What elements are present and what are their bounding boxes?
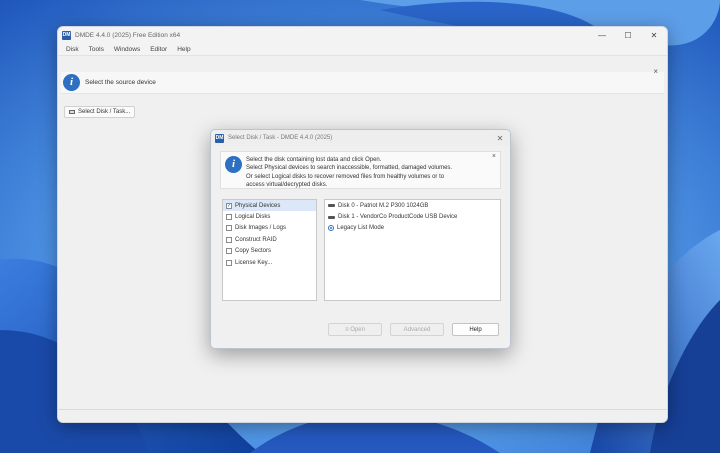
info-line: Select the disk containing lost data and… — [246, 157, 382, 163]
menu-bar: Disk Tools Windows Editor Help — [58, 44, 667, 56]
dialog-title: Select Disk / Task - DMDE 4.4.0 (2025) — [228, 135, 333, 141]
device-list: Disk 0 - Patriot M.2 P300 1024GB Disk 1 … — [324, 199, 501, 301]
help-button[interactable]: Help — [452, 323, 499, 336]
list-item-label: Physical Devices — [235, 202, 281, 209]
info-icon: i — [63, 74, 80, 91]
banner-close-icon[interactable]: × — [653, 67, 658, 76]
info-line: access virtual/decrypted disks. — [246, 182, 328, 189]
task-type-list: ✓ Physical Devices Logical Disks Disk Im… — [222, 199, 317, 301]
info-banner: i Select the source device × — [61, 67, 664, 94]
device-item-disk-0[interactable]: Disk 0 - Patriot M.2 P300 1024GB — [325, 200, 500, 211]
menu-editor[interactable]: Editor — [145, 46, 172, 53]
dialog-info-box: i Select the disk containing lost data a… — [220, 151, 501, 189]
advanced-button[interactable]: Advanced — [390, 323, 444, 336]
open-button[interactable]: ≡ Open — [328, 323, 382, 336]
info-icon: i — [225, 156, 242, 173]
select-disk-task-button[interactable]: Select Disk / Task... — [64, 106, 136, 118]
menu-tools[interactable]: Tools — [84, 46, 109, 53]
checkbox-icon[interactable] — [226, 236, 232, 243]
list-item-label: License Key... — [235, 259, 273, 266]
device-item-legacy-list-mode[interactable]: Legacy List Mode — [325, 223, 500, 234]
app-logo-icon: DM — [62, 31, 71, 40]
app-titlebar[interactable]: DM DMDE 4.4.0 (2025) Free Edition x64 — … — [58, 27, 667, 44]
minimize-button[interactable]: — — [589, 27, 615, 44]
menu-disk[interactable]: Disk — [61, 46, 84, 53]
list-item-label: Disk Images / Logs — [235, 225, 287, 232]
device-label: Disk 0 - Patriot M.2 P300 1024GB — [338, 202, 429, 209]
disk-icon — [328, 215, 335, 219]
select-disk-task-label: Select Disk / Task... — [78, 109, 131, 115]
list-item-label: Construct RAID — [235, 236, 277, 243]
checkbox-icon[interactable] — [226, 214, 232, 221]
list-item-construct-raid[interactable]: Construct RAID — [223, 234, 316, 245]
dialog-info-text: Select the disk containing lost data and… — [246, 156, 452, 190]
list-item-label: Copy Sectors — [235, 248, 272, 255]
dialog-titlebar[interactable]: DM Select Disk / Task - DMDE 4.4.0 (2025… — [211, 130, 510, 146]
list-item-disk-images[interactable]: Disk Images / Logs — [223, 223, 316, 234]
close-button[interactable]: ✕ — [641, 27, 667, 44]
maximize-button[interactable]: ☐ — [615, 27, 641, 44]
banner-text: Select the source device — [85, 79, 156, 86]
drive-icon — [69, 110, 75, 114]
device-label: Legacy List Mode — [337, 225, 385, 232]
dialog-close-button[interactable]: ✕ — [490, 134, 510, 143]
device-label: Disk 1 - VendorCo ProductCode USB Device — [338, 214, 458, 221]
list-item-logical-disks[interactable]: Logical Disks — [223, 211, 316, 222]
info-close-icon[interactable]: × — [492, 153, 496, 160]
radio-icon[interactable] — [328, 225, 334, 232]
list-item-copy-sectors[interactable]: Copy Sectors — [223, 246, 316, 257]
menu-windows[interactable]: Windows — [109, 46, 145, 53]
checkbox-icon[interactable] — [226, 259, 232, 266]
checkbox-icon[interactable] — [226, 248, 232, 255]
device-item-disk-1[interactable]: Disk 1 - VendorCo ProductCode USB Device — [325, 211, 500, 222]
dialog-logo-icon: DM — [215, 133, 224, 143]
info-line: Or select Logical disks to recover remov… — [246, 173, 445, 180]
window-title: DMDE 4.4.0 (2025) Free Edition x64 — [75, 32, 181, 39]
list-item-label: Logical Disks — [235, 214, 271, 221]
list-item-license-key[interactable]: License Key... — [223, 257, 316, 268]
checkbox-checked-icon[interactable]: ✓ — [226, 202, 232, 209]
status-bar — [58, 409, 667, 422]
info-line: Select Physical devices to search inacce… — [246, 165, 453, 172]
select-disk-dialog: DM Select Disk / Task - DMDE 4.4.0 (2025… — [210, 129, 511, 349]
list-item-physical-devices[interactable]: ✓ Physical Devices — [223, 200, 316, 212]
checkbox-icon[interactable] — [226, 225, 232, 232]
dialog-buttons: ≡ Open Advanced Help — [328, 323, 499, 336]
disk-icon — [328, 204, 335, 208]
menu-help[interactable]: Help — [172, 46, 195, 53]
